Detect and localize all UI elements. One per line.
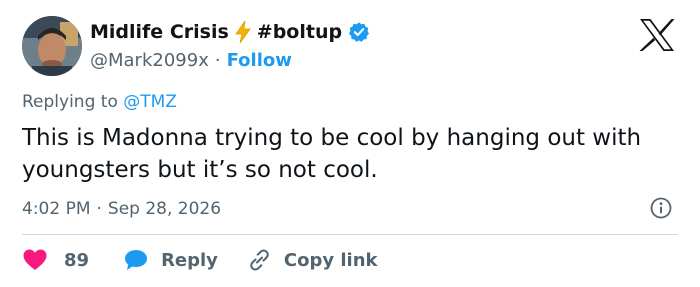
tweet-actions: 89 Reply Copy link [22, 246, 378, 274]
author-name-text: Midlife Crisis [90, 21, 229, 43]
handle-separator: · [214, 49, 221, 71]
info-icon[interactable] [650, 197, 672, 219]
copy-link-button[interactable]: Copy link [246, 248, 378, 272]
avatar-photo [22, 16, 82, 76]
reply-mention-link[interactable]: @TMZ [123, 92, 177, 112]
author-handle-row: @Mark2099x · Follow [90, 46, 292, 74]
author-display-name[interactable]: Midlife Crisis #boltup [90, 18, 370, 46]
divider [22, 234, 678, 235]
author-handle[interactable]: @Mark2099x [90, 50, 209, 71]
timestamp-time: 4:02 PM [22, 199, 91, 219]
avatar[interactable] [22, 16, 82, 76]
reply-label: Reply [161, 249, 218, 271]
reply-context: Replying to @TMZ [22, 92, 177, 112]
reply-prefix: Replying to [22, 92, 118, 112]
link-icon [250, 249, 269, 271]
like-button[interactable]: 89 [22, 248, 89, 272]
timestamp[interactable]: 4:02 PM · Sep 28, 2026 [22, 196, 221, 222]
heart-icon [23, 249, 47, 270]
verified-badge-icon [348, 21, 370, 43]
tweet-text: This is Madonna trying to be cool by han… [22, 125, 642, 183]
follow-button[interactable]: Follow [227, 50, 292, 71]
timestamp-date: Sep 28, 2026 [107, 199, 222, 219]
author-hashtag: #boltup [256, 21, 343, 43]
reply-button[interactable]: Reply [123, 248, 218, 272]
like-count: 89 [64, 249, 90, 271]
bolt-icon [233, 20, 253, 44]
reply-bubble-icon [125, 250, 148, 270]
timestamp-separator: · [96, 199, 102, 219]
copy-link-label: Copy link [283, 249, 378, 271]
x-logo-icon[interactable] [638, 18, 676, 52]
